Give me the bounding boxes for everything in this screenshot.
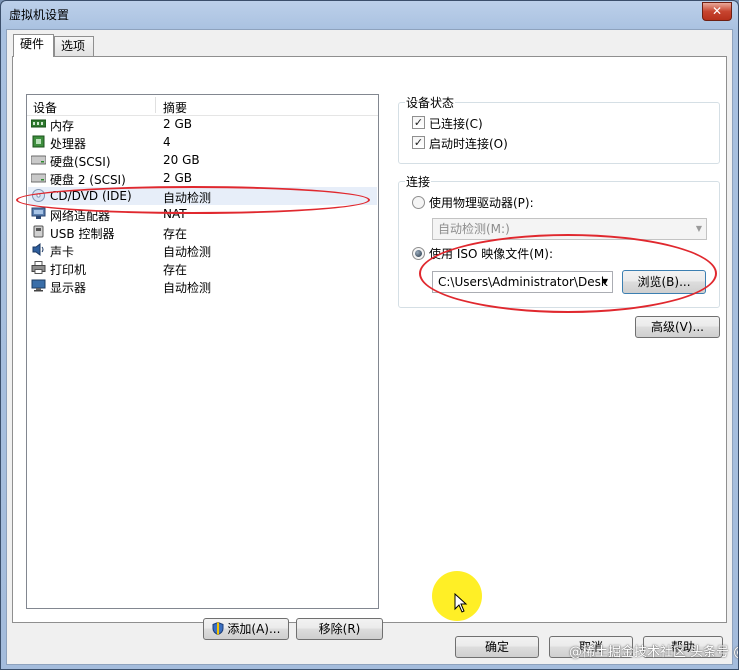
connected-label[interactable]: 已连接(C) <box>429 115 483 132</box>
device-name: 处理器 <box>50 137 87 151</box>
physical-drive-label[interactable]: 使用物理驱动器(P): <box>429 194 534 211</box>
device-name: CD/DVD (IDE) <box>50 189 132 203</box>
remove-device-button[interactable]: 移除(R) <box>296 618 383 640</box>
browse-button[interactable]: 浏览(B)... <box>622 270 706 294</box>
device-name: 网络适配器 <box>50 209 111 223</box>
chevron-down-icon: ▼ <box>695 224 702 233</box>
device-row-hard-disk-2[interactable]: 硬盘 2 (SCSI) 2 GB <box>28 169 377 187</box>
tab-options[interactable]: 选项 <box>54 36 94 56</box>
connect-at-power-on-checkbox[interactable]: ✓ <box>412 136 425 149</box>
device-name: 打印机 <box>50 263 87 277</box>
add-device-label: 添加(A)... <box>227 622 281 636</box>
memory-icon <box>31 119 46 128</box>
device-name: 声卡 <box>50 245 75 259</box>
add-device-button[interactable]: 添加(A)... <box>203 618 289 640</box>
device-summary: 2 GB <box>163 171 192 185</box>
tab-hardware[interactable]: 硬件 <box>13 34 54 57</box>
iso-path-combobox[interactable]: C:\Users\Administrator\Desk ▼ <box>432 271 613 293</box>
device-row-printer[interactable]: 打印机 存在 <box>28 259 377 277</box>
device-status-title: 设备状态 <box>405 94 456 111</box>
device-row-sound-card[interactable]: 声卡 自动检测 <box>28 241 377 259</box>
device-name: 内存 <box>50 119 75 133</box>
column-separator[interactable] <box>155 97 156 113</box>
device-row-memory[interactable]: 内存 2 GB <box>28 115 377 133</box>
device-row-cd-dvd[interactable]: CD/DVD (IDE) 自动检测 <box>28 187 377 205</box>
dialog-client-area: 硬件 选项 设备 摘要 内存 2 GB 处理器 4 硬盘(SCSI) 20 GB… <box>6 29 733 665</box>
physical-drive-radio[interactable] <box>412 196 425 209</box>
ok-button[interactable]: 确定 <box>455 636 539 658</box>
mouse-cursor-icon <box>454 593 468 613</box>
title-bar[interactable]: 虚拟机设置 ✕ <box>1 1 738 27</box>
iso-image-label[interactable]: 使用 ISO 映像文件(M): <box>429 245 553 262</box>
chevron-down-icon[interactable]: ▼ <box>602 272 608 292</box>
physical-drive-value: 自动检测(M:) <box>438 222 510 236</box>
column-header-device[interactable]: 设备 <box>33 99 57 116</box>
device-name: 显示器 <box>50 281 87 295</box>
device-name: 硬盘 2 (SCSI) <box>50 173 126 187</box>
device-status-group <box>398 102 720 164</box>
vm-settings-window: 虚拟机设置 ✕ 硬件 选项 设备 摘要 内存 2 GB 处理器 4 硬盘(SCS… <box>0 0 739 670</box>
hard-disk-icon <box>31 155 46 165</box>
device-row-hard-disk[interactable]: 硬盘(SCSI) 20 GB <box>28 151 377 169</box>
device-summary: NAT <box>163 207 187 221</box>
column-header-summary[interactable]: 摘要 <box>163 99 187 116</box>
window-title: 虚拟机设置 <box>9 8 70 22</box>
iso-image-radio[interactable] <box>412 247 425 260</box>
connection-title: 连接 <box>405 173 432 190</box>
hardware-panel: 设备 摘要 内存 2 GB 处理器 4 硬盘(SCSI) 20 GB 硬盘 2 … <box>12 56 727 640</box>
physical-drive-dropdown: 自动检测(M:) ▼ <box>432 218 707 240</box>
cd-dvd-icon <box>32 189 45 202</box>
advanced-button[interactable]: 高级(V)... <box>635 316 720 338</box>
device-list-header: 设备 摘要 <box>27 95 378 116</box>
network-adapter-icon <box>31 207 46 219</box>
device-summary: 20 GB <box>163 153 200 167</box>
device-summary: 自动检测 <box>163 245 212 259</box>
device-list[interactable]: 设备 摘要 内存 2 GB 处理器 4 硬盘(SCSI) 20 GB 硬盘 2 … <box>26 94 379 609</box>
connected-checkbox[interactable]: ✓ <box>412 116 425 129</box>
device-summary: 4 <box>163 135 171 149</box>
display-icon <box>31 279 46 292</box>
device-name: USB 控制器 <box>50 227 115 241</box>
device-summary: 自动检测 <box>163 281 212 295</box>
hard-disk-icon <box>31 173 46 183</box>
device-summary: 2 GB <box>163 117 192 131</box>
device-summary: 存在 <box>163 263 188 277</box>
device-summary: 存在 <box>163 227 188 241</box>
shield-icon <box>212 621 224 636</box>
close-button[interactable]: ✕ <box>702 2 732 21</box>
device-row-network-adapter[interactable]: 网络适配器 NAT <box>28 205 377 223</box>
device-row-processor[interactable]: 处理器 4 <box>28 133 377 151</box>
connect-at-power-on-label[interactable]: 启动时连接(O) <box>429 135 508 152</box>
printer-icon <box>31 261 46 274</box>
device-summary: 自动检测 <box>163 191 212 205</box>
sound-card-icon <box>32 243 44 256</box>
watermark-text: @稀土掘金技术社区 头条号 @yzhenfeng <box>569 645 738 660</box>
device-row-usb-controller[interactable]: USB 控制器 存在 <box>28 223 377 241</box>
usb-icon <box>33 225 44 238</box>
close-icon: ✕ <box>711 4 723 18</box>
processor-icon <box>32 135 45 148</box>
iso-path-value: C:\Users\Administrator\Desk <box>438 275 608 289</box>
device-name: 硬盘(SCSI) <box>50 155 111 169</box>
device-row-display[interactable]: 显示器 自动检测 <box>28 277 377 295</box>
